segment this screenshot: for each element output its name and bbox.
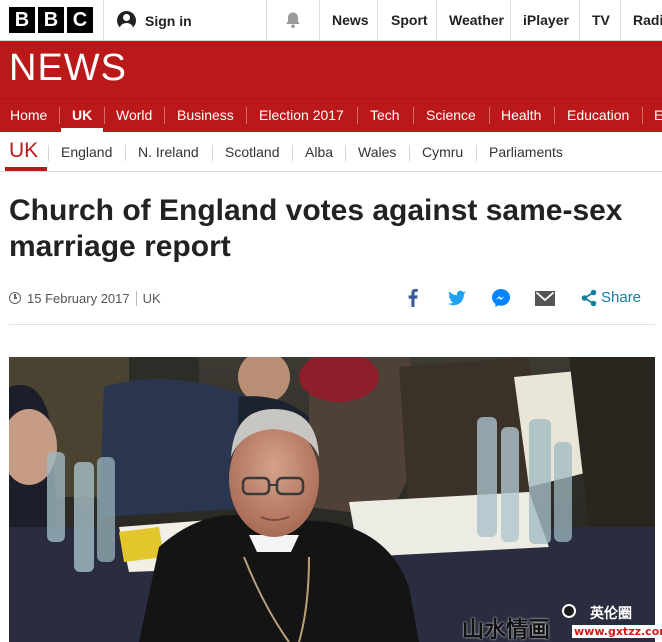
facebook-icon[interactable] [403,287,423,309]
divider [554,107,555,124]
nav-world[interactable]: World [116,99,152,133]
main-navigation: Home UK World Business Election 2017 Tec… [0,98,662,132]
email-icon[interactable] [533,287,557,309]
divider [292,145,293,161]
subnav-scotland[interactable]: Scotland [225,144,279,160]
bbc-logo-letter: C [67,7,93,33]
divider [164,107,165,124]
nav-health[interactable]: Health [501,99,541,133]
nav-more[interactable]: E [654,99,662,133]
nav-tech[interactable]: Tech [370,99,400,133]
divider [125,145,126,161]
divider [246,107,247,124]
sub-navigation: UK England N. Ireland Scotland Alba Wale… [0,132,662,172]
article-hero-photo [9,357,655,642]
subnav-parliaments[interactable]: Parliaments [489,144,563,160]
subnav-cymru[interactable]: Cymru [422,144,463,160]
bbc-logo[interactable]: B B C [9,7,93,33]
bbc-logo-letter: B [38,7,64,33]
divider [476,145,477,161]
divider [510,0,511,41]
divider [212,145,213,161]
divider [319,0,320,41]
subnav-england[interactable]: England [61,144,112,160]
divider [377,0,378,41]
divider [266,0,267,41]
watermark-url: www.gxtzz.com [572,625,662,638]
subnav-n-ireland[interactable]: N. Ireland [138,144,199,160]
sign-in-button[interactable]: Sign in [117,11,192,30]
topnav-news[interactable]: News [332,0,369,41]
nav-business[interactable]: Business [177,99,234,133]
divider [135,290,137,306]
nav-election-2017[interactable]: Election 2017 [259,99,344,133]
divider [413,107,414,124]
divider [436,0,437,41]
topnav-radio[interactable]: Radi [633,0,662,41]
clock-icon [9,292,21,304]
watermark-right: 英伦圈 [590,606,632,622]
nav-science[interactable]: Science [426,99,476,133]
divider [620,0,621,41]
divider [489,107,490,124]
topnav-iplayer[interactable]: iPlayer [523,0,569,41]
archbishop-speaking-photo [9,357,655,642]
twitter-icon[interactable] [446,287,468,309]
notifications-bell-icon[interactable] [284,11,302,29]
divider [9,324,655,325]
nav-home[interactable]: Home [10,99,47,133]
article-headline: Church of England votes against same-sex… [9,194,623,263]
user-icon [117,11,136,30]
topnav-weather[interactable]: Weather [449,0,504,41]
divider [579,0,580,41]
topnav-sport[interactable]: Sport [391,0,428,41]
article-section-link[interactable]: UK [143,291,161,306]
divider [59,107,60,124]
news-section-title[interactable]: NEWS [9,47,127,90]
messenger-icon[interactable] [490,287,512,309]
subnav-alba[interactable]: Alba [305,144,333,160]
global-navigation: B B C Sign in News Sport Weather iPlayer… [0,0,662,41]
divider [103,0,104,41]
subnav-wales[interactable]: Wales [358,144,396,160]
article-meta: 15 February 2017 UK [9,290,161,306]
subnav-current-indicator [5,167,47,171]
divider [409,145,410,161]
share-icon[interactable] [580,287,598,309]
wechat-icon [562,604,576,618]
sign-in-label: Sign in [145,12,192,29]
divider [104,107,105,124]
divider [48,145,49,161]
subnav-current-uk[interactable]: UK [9,139,38,163]
share-button[interactable]: Share [601,289,641,306]
topnav-tv[interactable]: TV [592,0,610,41]
bbc-logo-letter: B [9,7,35,33]
divider [357,107,358,124]
divider [345,145,346,161]
watermark-left: 山水情画 [462,618,551,642]
article-date: 15 February 2017 [27,290,130,306]
nav-education[interactable]: Education [567,99,629,133]
divider [642,107,643,124]
